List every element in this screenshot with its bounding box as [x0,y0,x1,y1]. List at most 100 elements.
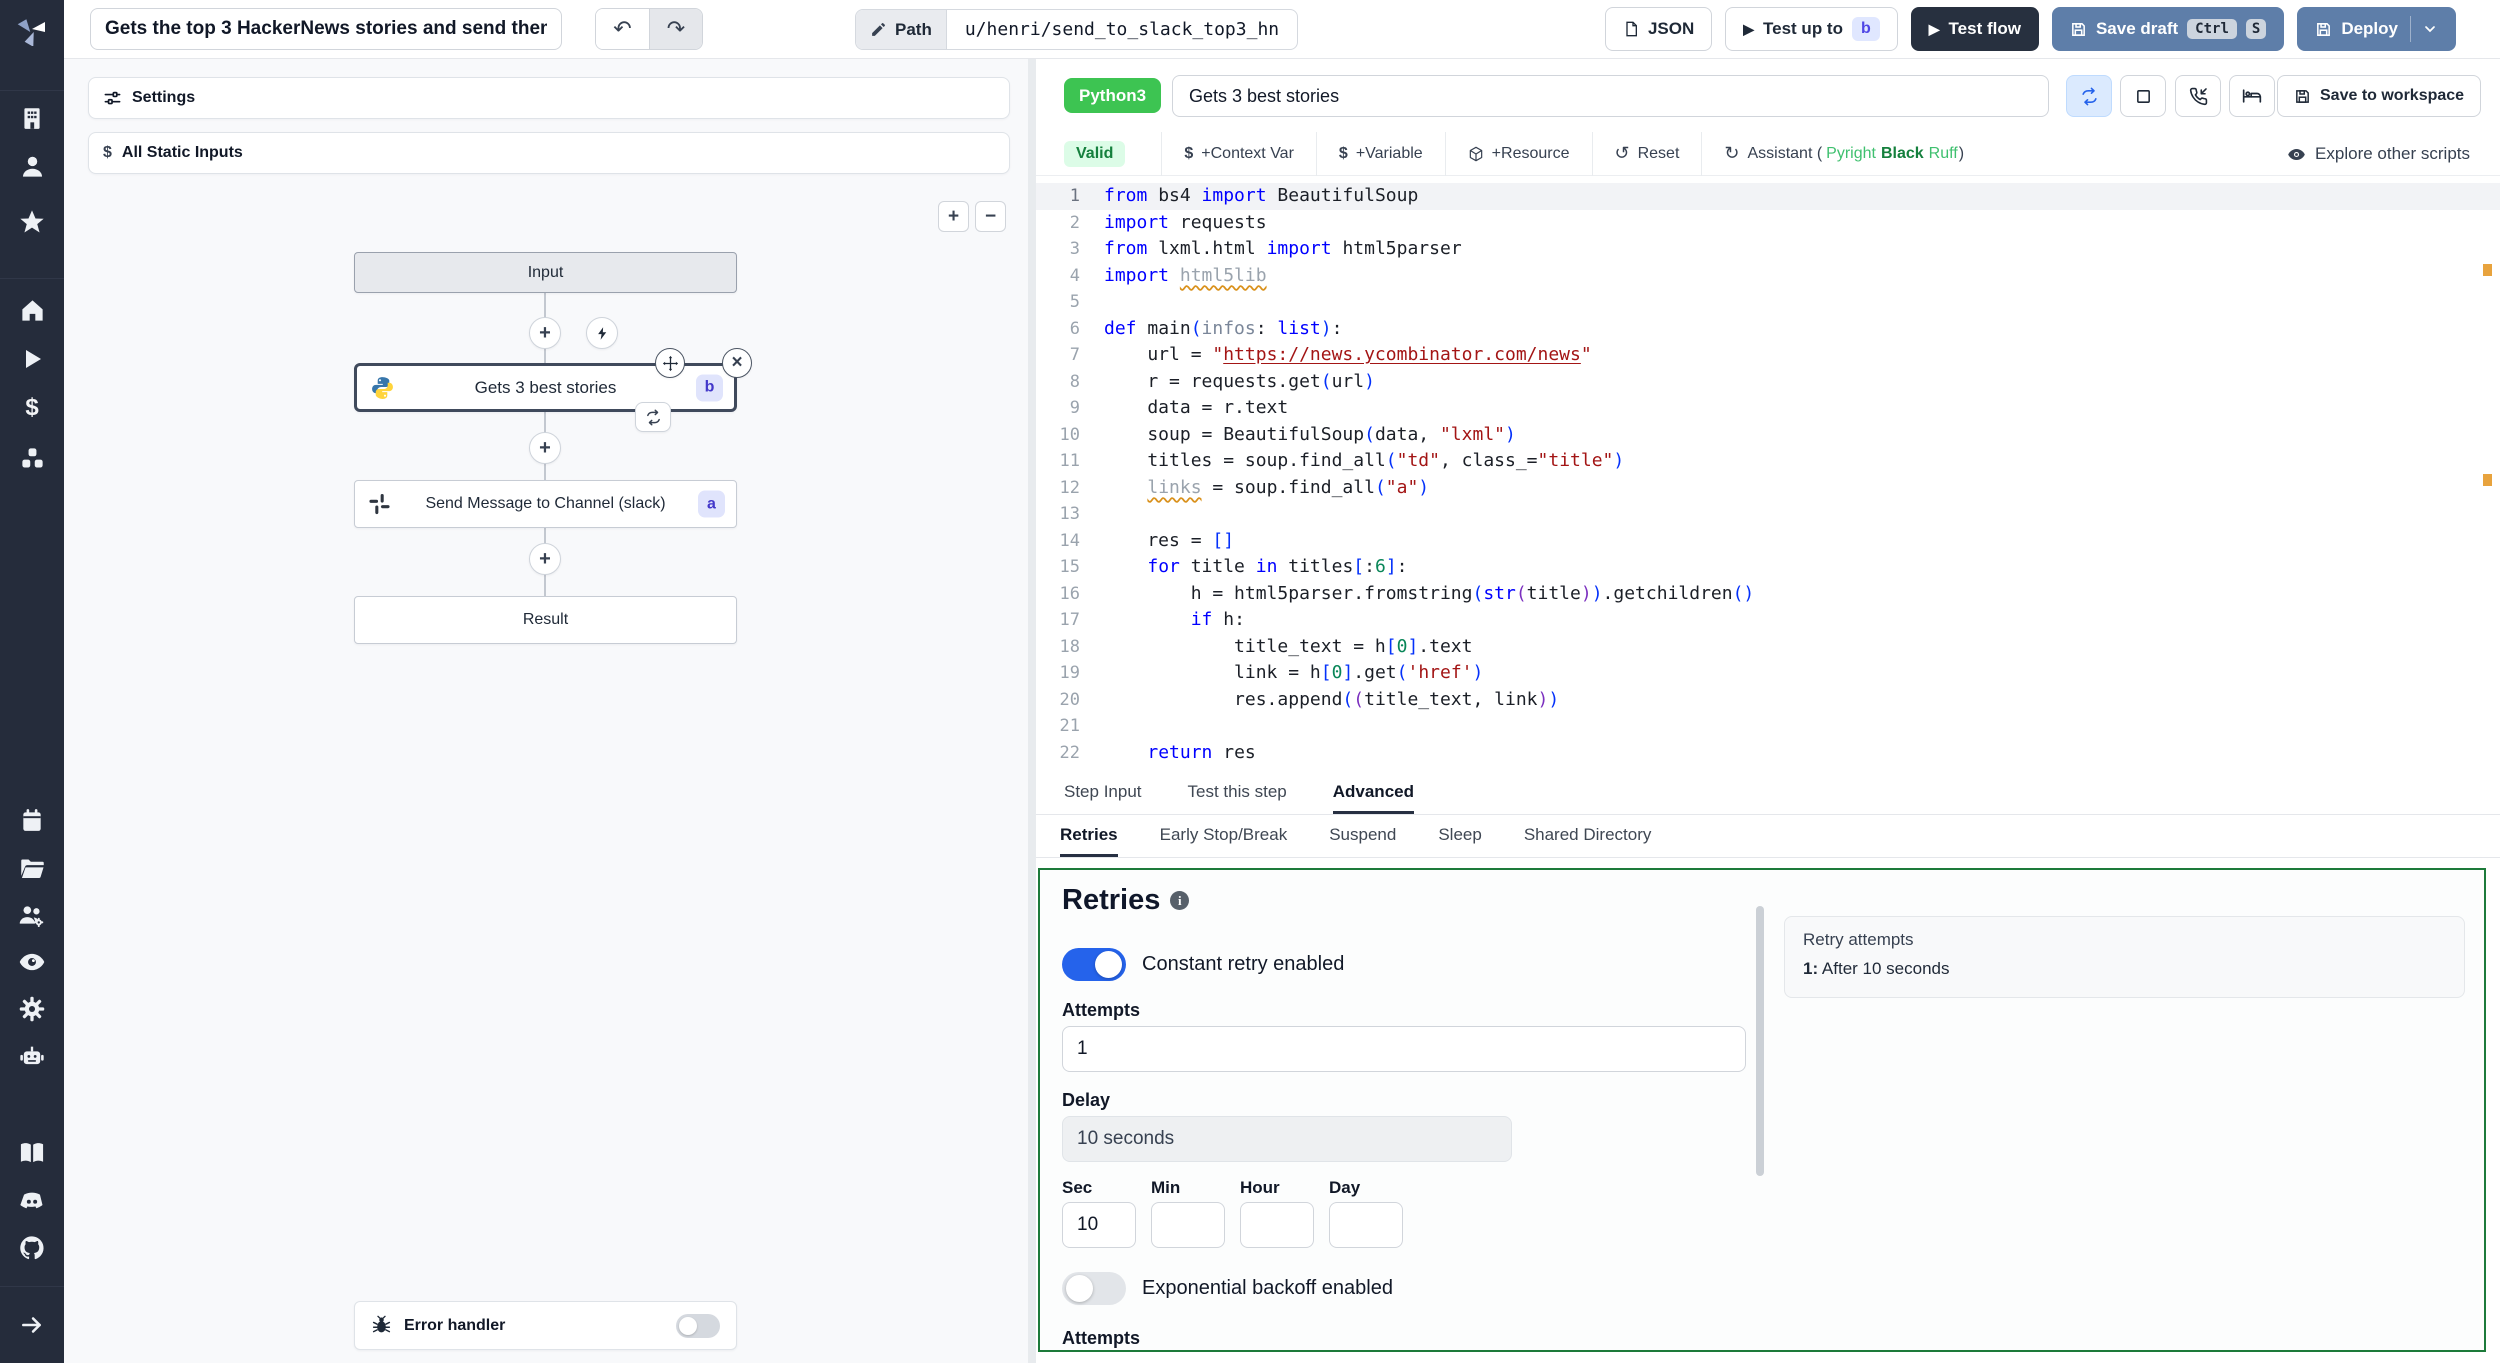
runs-play-icon[interactable] [0,337,64,381]
assistant-ruff: Ruff [1928,144,1958,162]
flow-graph-panel: Settings $ All Static Inputs + − Input +… [64,59,1028,1363]
step-editor-panel: Python3 Save to workspace Valid $ [1036,59,2500,1363]
save-to-workspace-button[interactable]: Save to workspace [2277,75,2482,117]
resources-boxes-icon[interactable] [0,436,64,480]
add-context-var-button[interactable]: $ +Context Var [1161,131,1316,176]
test-flow-button[interactable]: ▶ Test flow [1910,7,2039,51]
delete-step-button[interactable]: × [722,348,752,378]
save-to-workspace-label: Save to workspace [2320,87,2465,104]
tab-early-stop-break[interactable]: Early Stop/Break [1160,815,1288,857]
home-icon[interactable] [0,288,64,332]
line-number: 17 [1059,610,1080,630]
flow-node-step-a[interactable]: Send Message to Channel (slack) a [354,480,737,528]
line-number: 6 [1069,318,1080,339]
insert-step-button[interactable]: + [529,317,561,349]
flow-node-result[interactable]: Result [354,596,737,644]
hour-input[interactable] [1240,1202,1314,1248]
exponential-backoff-label: Exponential backoff enabled [1142,1277,1393,1299]
tab-sleep[interactable]: Sleep [1438,815,1481,857]
retries-scrollbar[interactable] [1756,906,1764,1176]
line-number: 2 [1069,212,1080,233]
save-draft-label: Save draft [2095,19,2179,38]
folders-icon[interactable] [0,846,64,890]
variables-dollar-icon[interactable]: $ [0,386,64,430]
tab-step-input[interactable]: Step Input [1064,772,1142,814]
insert-step-button[interactable]: + [529,432,561,464]
dollar-icon: $ [1338,144,1348,162]
json-button[interactable]: JSON [1604,7,1713,51]
expand-sidebar-arrow-icon[interactable] [0,1303,64,1347]
all-static-inputs-button[interactable]: $ All Static Inputs [88,132,1010,174]
tab-shared-directory[interactable]: Shared Directory [1524,815,1652,857]
tab-retries[interactable]: Retries [1060,815,1118,857]
error-handler-toggle[interactable] [676,1313,720,1338]
test-up-to-button[interactable]: ▶ Test up to b [1725,7,1898,51]
lightning-icon [595,326,610,341]
exponential-backoff-toggle[interactable] [1062,1272,1126,1305]
tab-test-this-step[interactable]: Test this step [1188,772,1287,814]
zoom-out-button[interactable]: − [975,201,1006,232]
schedules-calendar-icon[interactable] [0,798,64,842]
flow-node-input[interactable]: Input [354,252,737,293]
workspace-building-icon[interactable] [0,96,64,140]
settings-gear-icon[interactable] [0,987,64,1031]
github-icon[interactable] [0,1226,64,1270]
day-input[interactable] [1329,1202,1403,1248]
path-value[interactable]: u/henri/send_to_slack_top3_hn [947,10,1297,49]
code-line: 22 return res [1036,740,2500,767]
line-number: 7 [1069,345,1080,365]
line-number: 14 [1059,530,1080,551]
users-icon[interactable] [0,144,64,188]
step-name-input[interactable] [1172,75,2049,117]
min-input[interactable] [1151,1202,1225,1248]
warning-marker [2483,474,2492,486]
favorites-star-icon[interactable] [0,200,64,244]
groups-users-gear-icon[interactable] [0,894,64,938]
constant-retry-label: Constant retry enabled [1142,953,1345,975]
move-step-button[interactable] [655,348,685,378]
flow-settings-button[interactable]: Settings [88,77,1010,119]
phone-incoming-button[interactable] [2175,75,2221,117]
sec-input[interactable] [1062,1202,1136,1248]
attempts-input[interactable] [1062,1026,1746,1072]
min-label: Min [1151,1178,1181,1197]
loop-mode-button[interactable] [2066,75,2112,117]
zoom-in-button[interactable]: + [938,201,969,232]
panel-resize-divider[interactable] [1028,59,1036,1363]
line-number: 12 [1059,477,1080,498]
explore-label: Explore other scripts [2315,144,2470,163]
discord-icon[interactable] [0,1179,64,1223]
workers-robot-icon[interactable] [0,1034,64,1078]
constant-retry-toggle[interactable] [1062,948,1126,981]
assistant-button[interactable]: ↻ Assistant ( Pyright Black Ruff ) [1701,131,1986,176]
stop-square-button[interactable] [2120,75,2166,117]
topbar-actions: JSON ▶ Test up to b ▶ Test flow Save dra… [1604,7,2456,51]
windmill-logo-icon[interactable] [0,8,64,52]
redo-button[interactable]: ↷ [649,9,702,49]
sleep-bed-button[interactable] [2229,75,2275,117]
flow-title-input[interactable] [90,8,562,50]
add-variable-button[interactable]: $ +Variable [1315,131,1445,176]
deploy-button[interactable]: Deploy [2297,7,2456,51]
docs-book-icon[interactable] [0,1131,64,1175]
add-resource-button[interactable]: +Resource [1444,131,1592,176]
loop-wrap-button[interactable] [635,402,671,432]
trigger-bolt-button[interactable] [586,317,618,349]
error-handler-card[interactable]: Error handler [354,1301,737,1350]
code-line: 11 titles = soup.find_all("td", class_="… [1036,448,2500,475]
reset-button[interactable]: ↺ Reset [1591,131,1702,176]
audit-eye-icon[interactable] [0,940,64,984]
deploy-label: Deploy [2341,19,2398,38]
info-icon[interactable]: i [1170,891,1190,910]
deploy-dropdown[interactable] [2410,16,2438,42]
code-editor[interactable]: 1 from bs4 import BeautifulSoup 2 import re… [1036,176,2500,772]
save-draft-button[interactable]: Save draft Ctrl S [2051,7,2285,51]
editor-header: Python3 Save to workspace [1036,59,2500,132]
tab-suspend[interactable]: Suspend [1329,815,1396,857]
path-chip[interactable]: Path [856,10,947,49]
tab-advanced[interactable]: Advanced [1332,772,1414,814]
explore-other-scripts-button[interactable]: Explore other scripts [2287,132,2470,176]
line-number: 13 [1059,504,1080,524]
insert-step-button[interactable]: + [529,543,561,575]
undo-button[interactable]: ↶ [596,9,649,49]
